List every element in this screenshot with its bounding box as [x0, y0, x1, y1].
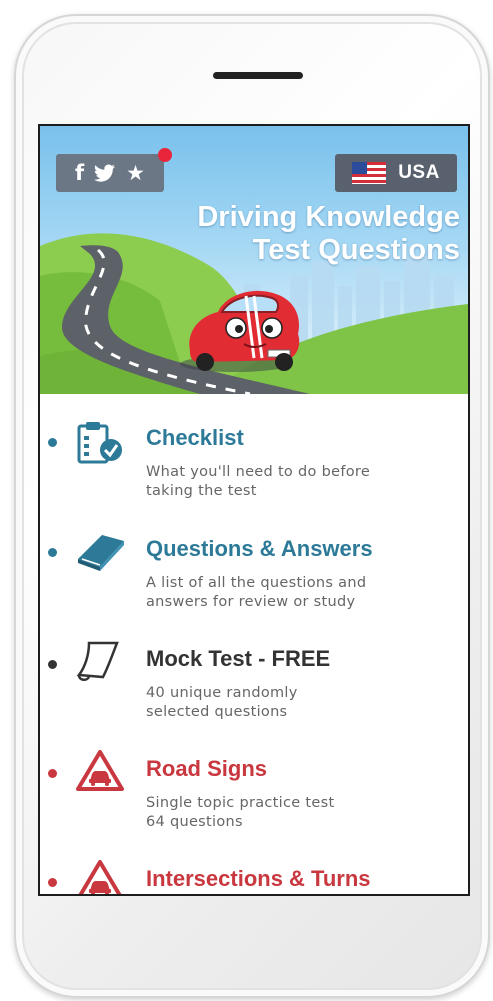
- app-title-line2: Test Questions: [252, 234, 460, 266]
- app-title-line1: Driving Knowledge: [197, 201, 460, 233]
- country-selector[interactable]: USA: [335, 154, 457, 192]
- bullet-dot: [48, 769, 57, 778]
- facebook-icon[interactable]: f: [75, 162, 84, 184]
- bullet-dot: [48, 548, 57, 557]
- menu-item-description: 40 unique randomly selected questions: [146, 684, 456, 722]
- menu-item-title: Intersections & Turns: [146, 866, 371, 891]
- star-icon[interactable]: ★: [126, 162, 145, 184]
- menu-item-description: A list of all the questions and answers …: [146, 574, 456, 612]
- desc-line: selected questions: [146, 704, 288, 720]
- desc-line: answers for review or study: [146, 594, 356, 610]
- clipboard-check-icon: [72, 420, 128, 466]
- app-title: Driving Knowledge Test Questions: [197, 201, 460, 267]
- desc-line: What you'll need to do before: [146, 464, 371, 480]
- bullet-dot: [48, 878, 57, 887]
- phone-speaker: [213, 72, 303, 79]
- desc-line: taking the test: [146, 483, 257, 499]
- warning-car-icon: [72, 858, 128, 894]
- desc-line: A list of all the questions and: [146, 575, 367, 591]
- notification-badge: [158, 148, 172, 162]
- menu-item-description: Single topic practice test 64 questions: [146, 794, 456, 832]
- paper-sheet-icon: [72, 638, 128, 684]
- bullet-dot: [48, 660, 57, 669]
- us-flag-icon: [352, 162, 387, 184]
- menu-item-title: Mock Test - FREE: [146, 646, 331, 671]
- desc-line: 40 unique randomly: [146, 685, 298, 701]
- menu-item-title: Checklist: [146, 425, 244, 450]
- social-share-bar: f ★: [56, 154, 164, 192]
- country-label: USA: [398, 162, 440, 183]
- bullet-dot: [48, 438, 57, 447]
- warning-car-icon: [72, 748, 128, 794]
- menu-item-title: Road Signs: [146, 756, 268, 781]
- desc-line: Single topic practice test: [146, 795, 335, 811]
- header-banner: f ★ USA Driving Knowledge Test Questions: [40, 126, 468, 394]
- twitter-icon[interactable]: [94, 164, 116, 182]
- menu-item-description: What you'll need to do before taking the…: [146, 463, 456, 501]
- book-icon: [72, 528, 128, 574]
- app-screen: f ★ USA Driving Knowledge Test Questions: [38, 124, 470, 896]
- menu-item-title: Questions & Answers: [146, 536, 373, 561]
- desc-line: 64 questions: [146, 814, 243, 830]
